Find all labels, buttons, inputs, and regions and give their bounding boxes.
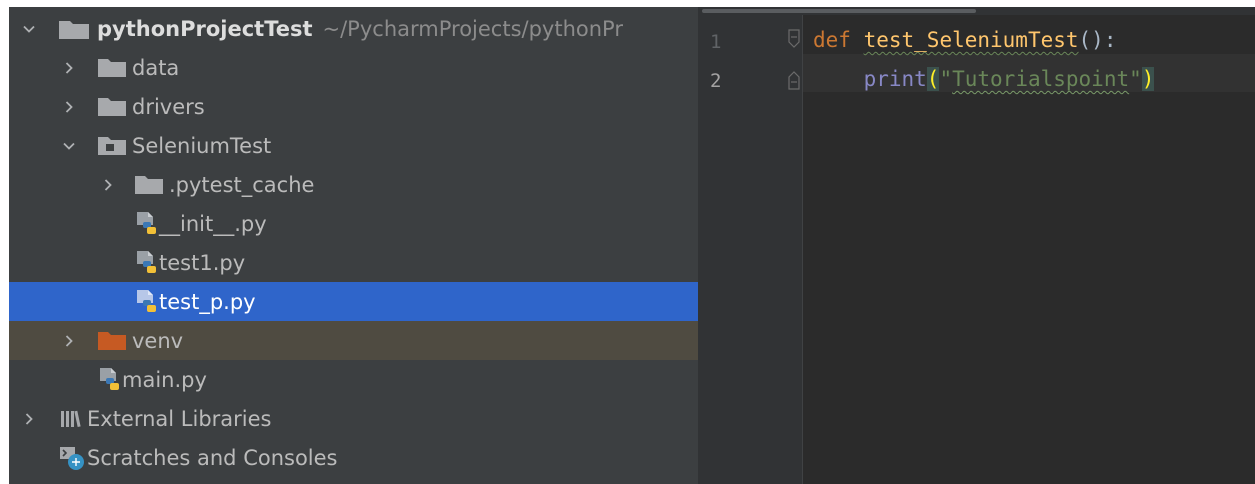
tree-item-label: test_p.py: [159, 289, 256, 314]
tree-item-seleniumtest[interactable]: SeleniumTest: [9, 126, 698, 165]
scratches-icon: [59, 445, 85, 471]
tree-root-pythonprojecttest[interactable]: pythonProjectTest ~/PycharmProjects/pytho…: [9, 9, 698, 48]
python-file-icon: [134, 250, 160, 276]
builtin-print: print: [863, 67, 927, 91]
tree-item-test-p-py[interactable]: test_p.py: [9, 282, 698, 321]
python-file-icon: [134, 289, 160, 315]
chevron-right-icon[interactable]: [62, 334, 76, 348]
editor-scrollbar[interactable]: [698, 7, 1255, 15]
fold-end-marker-icon[interactable]: [788, 70, 800, 94]
root-path: ~/PycharmProjects/pythonPr: [322, 16, 623, 41]
chevron-down-icon[interactable]: [22, 22, 36, 36]
chevron-down-icon[interactable]: [62, 139, 76, 153]
folder-icon: [134, 174, 164, 195]
code-editor[interactable]: 1 2 def test_SeleniumTest(): print("Tuto…: [698, 7, 1255, 484]
folder-icon: [58, 18, 90, 40]
code-text-line-2: print("Tutorialspoint"): [813, 67, 1155, 91]
folder-icon: [97, 57, 127, 78]
code-text-line-1: def test_SeleniumTest():: [813, 28, 1116, 52]
close-paren: ): [1141, 67, 1155, 91]
line-number: 2: [710, 70, 722, 92]
tree-item-main-py[interactable]: main.py: [9, 360, 698, 399]
root-label: pythonProjectTest ~/PycharmProjects/pytho…: [97, 17, 623, 41]
tree-item-label: venv: [132, 328, 184, 353]
tree-item-init-py[interactable]: __init__.py: [9, 204, 698, 243]
folder-icon: [97, 96, 127, 117]
scrollbar-thumb[interactable]: [702, 9, 976, 13]
package-folder-icon: [97, 135, 127, 156]
tree-item-drivers[interactable]: drivers: [9, 87, 698, 126]
keyword-def: def: [813, 28, 851, 52]
tree-item-label: test1.py: [159, 250, 246, 275]
tree-item-data[interactable]: data: [9, 48, 698, 87]
function-signature: ():: [1078, 28, 1117, 52]
string-literal: Tutorialspoint: [952, 67, 1130, 91]
library-icon: [60, 409, 82, 429]
chevron-right-icon[interactable]: [22, 412, 36, 426]
line-number: 1: [710, 31, 722, 53]
chevron-right-icon[interactable]: [101, 178, 115, 192]
tree-item-label: SeleniumTest: [132, 133, 272, 158]
tree-item-label: main.py: [122, 367, 207, 392]
string-quote-close: ": [1129, 67, 1142, 91]
tree-item-venv[interactable]: venv: [9, 321, 698, 360]
chevron-right-icon[interactable]: [62, 61, 76, 75]
string-quote-open: ": [939, 67, 953, 91]
tree-item-scratches-and-consoles[interactable]: Scratches and Consoles: [9, 438, 698, 477]
tree-item-label: __init__.py: [159, 211, 267, 236]
tree-item-label: .pytest_cache: [169, 172, 315, 197]
excluded-folder-icon: [97, 330, 127, 351]
tree-item-label: Scratches and Consoles: [87, 445, 338, 470]
chevron-right-icon[interactable]: [62, 100, 76, 114]
fold-marker-icon[interactable]: [788, 29, 800, 53]
python-file-icon: [134, 211, 160, 237]
root-name: pythonProjectTest: [97, 16, 313, 41]
tree-item-label: External Libraries: [87, 406, 272, 431]
open-paren: (: [926, 67, 940, 91]
function-name: test_SeleniumTest: [863, 28, 1079, 52]
project-tree: pythonProjectTest ~/PycharmProjects/pytho…: [9, 7, 698, 484]
tree-item-label: data: [132, 55, 180, 80]
tree-item-test1-py[interactable]: test1.py: [9, 243, 698, 282]
tree-item-pytest-cache[interactable]: .pytest_cache: [9, 165, 698, 204]
tree-item-label: drivers: [132, 94, 205, 119]
python-file-icon: [97, 367, 123, 393]
tree-item-external-libraries[interactable]: External Libraries: [9, 399, 698, 438]
ide-window: pythonProjectTest ~/PycharmProjects/pytho…: [0, 0, 1255, 484]
